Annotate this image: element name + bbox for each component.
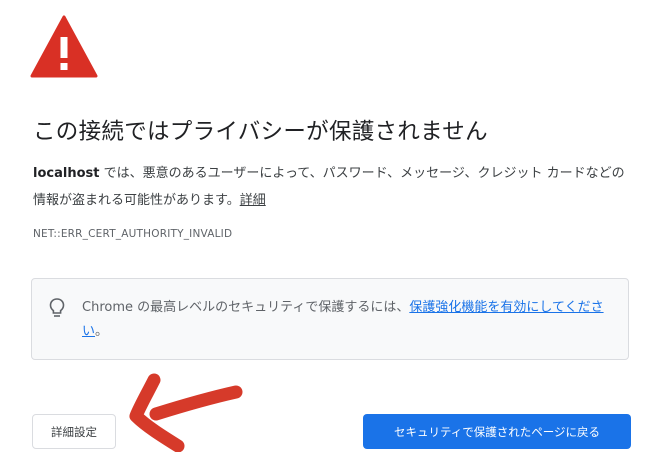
lightbulb-icon [49, 298, 65, 317]
warning-icon [30, 15, 98, 78]
page-title: この接続ではプライバシーが保護されません [33, 119, 488, 145]
protection-message: Chrome の最高レベルのセキュリティで保護するには、 [82, 300, 410, 315]
back-to-safety-button[interactable]: セキュリティで保護されたページに戻る [363, 414, 631, 449]
error-code: NET::ERR_CERT_AUTHORITY_INVALID [33, 228, 233, 240]
protection-text: Chrome の最高レベルのセキュリティで保護するには、保護強化機能を有効にして… [82, 296, 618, 344]
host-name: localhost [33, 166, 100, 181]
protection-suffix: 。 [95, 324, 109, 339]
enhanced-protection-box: Chrome の最高レベルのセキュリティで保護するには、保護強化機能を有効にして… [31, 278, 629, 360]
details-link[interactable]: 詳細 [240, 193, 266, 208]
hand-drawn-arrow-icon [129, 373, 243, 452]
explanation-text: localhost では、悪意のあるユーザーによって、パスワード、メッセージ、ク… [33, 160, 633, 214]
advanced-button[interactable]: 詳細設定 [32, 414, 116, 449]
explanation-body: では、悪意のあるユーザーによって、パスワード、メッセージ、クレジット カードなど… [33, 166, 625, 208]
